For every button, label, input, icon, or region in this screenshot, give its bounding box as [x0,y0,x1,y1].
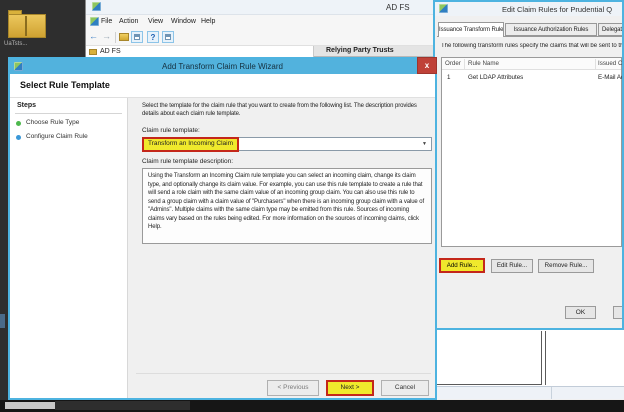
new-window-icon[interactable] [162,31,174,43]
step-choose-rule-type: Choose Rule Type [26,119,79,126]
tree-folder-icon [89,49,97,55]
taskbar[interactable] [0,400,624,412]
button-separator [136,373,431,374]
export-icon[interactable] [119,33,129,41]
rule-row-order[interactable]: 1 [447,74,450,81]
next-button[interactable]: Next > [326,380,374,396]
ok-button[interactable]: OK [565,306,596,319]
steps-divider [15,113,122,114]
pane-border [430,384,542,385]
wizard-title: Add Transform Claim Rule Wizard [10,62,435,71]
tab-issuance-transform-rules[interactable]: Issuance Transform Rules [438,22,504,37]
taskbar-app-button[interactable] [55,401,190,410]
wizard-heading-band: Select Rule Template [10,74,435,98]
rule-row-name[interactable]: Get LDAP Attributes [468,74,523,81]
wizard-title-bar[interactable]: Add Transform Claim Rule Wizard x [10,59,435,74]
claim-rule-template-dropdown[interactable]: Transform an Incoming Claim ▼ [142,137,432,151]
edit-rule-button[interactable]: Edit Rule... [491,259,533,273]
show-console-tree-icon[interactable] [131,31,143,43]
wizard-heading: Select Rule Template [20,80,110,90]
cancel-button-partial[interactable] [613,306,624,319]
step-configure-claim-rule: Configure Claim Rule [26,133,88,140]
pane-divider[interactable] [541,331,542,385]
column-divider[interactable] [464,59,465,69]
dialog-title-bar[interactable]: Edit Claim Rules for Prudential Q [435,2,622,16]
step-bullet-blue [16,135,21,140]
rules-table[interactable]: Order Rule Name Issued Claim 1 Get LDAP … [441,57,622,247]
console-title: AD FS [386,3,410,12]
desktop: UaTsts... AD FS File Action View Window … [0,0,624,412]
pane-header-label: Relying Party Trusts [326,47,394,54]
tab-delegation[interactable]: Delegation [598,23,624,36]
menu-view[interactable]: View [148,18,163,25]
back-icon[interactable]: ← [89,31,98,41]
rules-table-header: Order Rule Name Issued Claim [442,58,621,70]
claim-rule-template-label: Claim rule template: [142,127,200,134]
dialog-title: Edit Claim Rules for Prudential Q [502,5,612,14]
column-rule-name[interactable]: Rule Name [468,60,499,67]
forward-icon[interactable]: → [102,31,111,41]
dialog-icon [439,4,448,13]
tab-issuance-authorization-rules[interactable]: Issuance Authorization Rules [505,23,597,36]
template-description-box: Using the Transform an Incoming Claim ru… [142,168,432,244]
console-icon [92,2,101,11]
tree-item-adfs[interactable]: AD FS [100,48,121,55]
menu-action[interactable]: Action [119,18,138,25]
dropdown-selected-value[interactable]: Transform an Incoming Claim [142,137,239,152]
chevron-down-icon[interactable]: ▼ [422,141,427,147]
wizard-intro-text: Select the template for the claim rule t… [142,102,434,118]
add-rule-button[interactable]: Add Rule... [439,258,485,273]
taskbar-start-button[interactable] [5,402,55,409]
status-bar-divider [551,387,552,399]
menu-file[interactable]: File [101,18,112,25]
toolbar-separator [115,32,116,43]
console-icon [90,17,99,26]
rules-description: The following transform rules specify th… [441,43,622,49]
desktop-icon-partial[interactable] [0,314,5,328]
wizard-steps-pane: Steps Choose Rule Type Configure Claim R… [10,98,128,398]
pane-divider[interactable] [545,331,546,385]
console-list-pane [430,331,624,385]
steps-title: Steps [17,102,36,109]
menu-window[interactable]: Window [171,18,196,25]
step-bullet-green [16,121,21,126]
desktop-folder-icon[interactable] [8,10,46,38]
column-divider[interactable] [595,59,596,69]
remove-rule-button[interactable]: Remove Rule... [538,259,594,273]
template-description-label: Claim rule template description: [142,158,233,165]
column-issued-claim[interactable]: Issued Claim [598,60,624,67]
help-icon[interactable]: ? [147,31,159,43]
cancel-button[interactable]: Cancel [381,380,429,396]
previous-button[interactable]: < Previous [267,380,319,396]
close-icon[interactable]: x [417,57,437,74]
add-transform-claim-rule-wizard: Add Transform Claim Rule Wizard x Select… [8,57,437,400]
desktop-folder-label: UaTsts... [4,41,27,47]
rule-row-issued[interactable]: E-Mail Addre [598,74,624,81]
menu-help[interactable]: Help [201,18,215,25]
edit-claim-rules-dialog: Edit Claim Rules for Prudential Q Issuan… [433,0,624,330]
column-order[interactable]: Order [445,60,461,67]
